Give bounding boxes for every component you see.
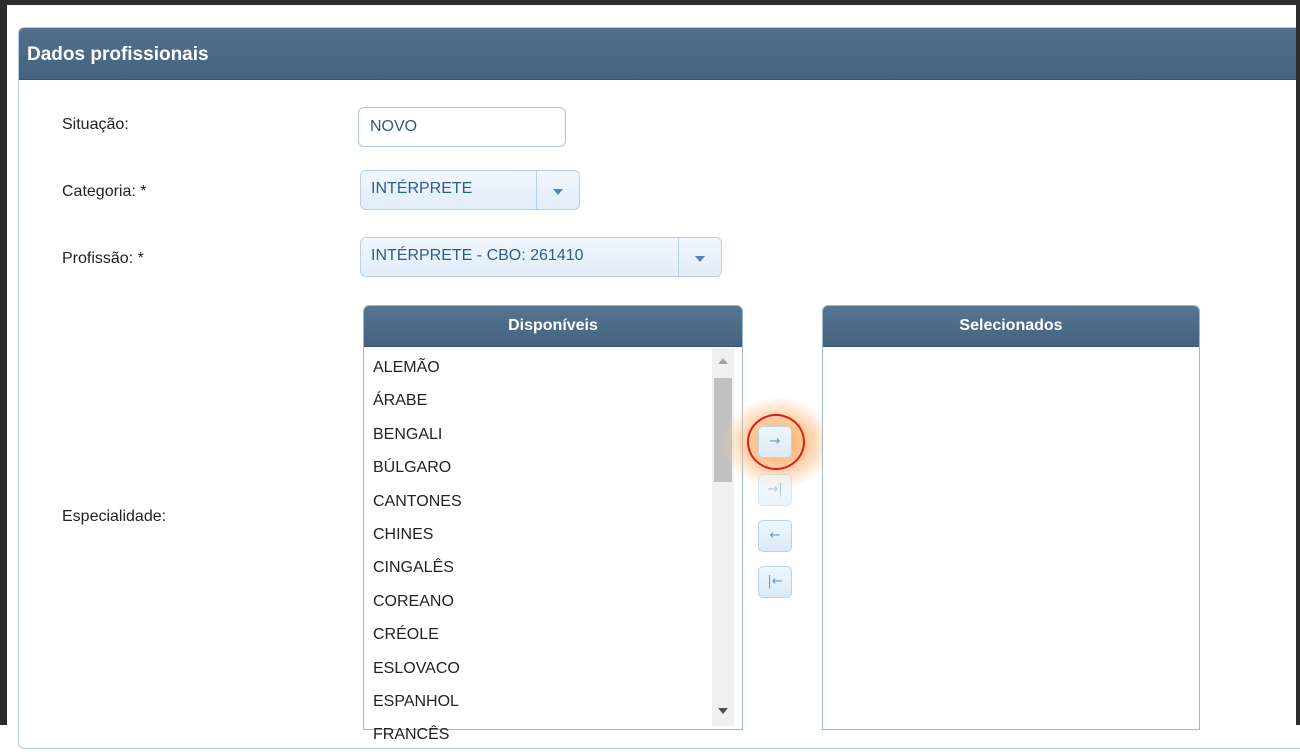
available-list-header: Disponíveis <box>364 306 742 347</box>
remove-selected-button[interactable]: ← <box>758 520 792 552</box>
profissao-select[interactable]: INTÉRPRETE - CBO: 261410 <box>360 237 722 277</box>
categoria-select[interactable]: INTÉRPRETE <box>360 170 580 210</box>
chevron-down-icon[interactable] <box>536 171 579 209</box>
arrow-left-from-bar-icon: |← <box>767 574 783 589</box>
scroll-down-icon[interactable] <box>718 708 728 714</box>
window-border-top <box>0 0 1300 5</box>
list-item[interactable]: ALEMÃO <box>373 351 462 384</box>
list-item[interactable]: COREANO <box>373 585 462 618</box>
add-selected-button[interactable]: → <box>758 426 792 458</box>
categoria-label: Categoria: * <box>62 183 147 200</box>
window-border-right <box>1296 0 1300 725</box>
available-list-scrollbar[interactable] <box>712 348 734 726</box>
selected-list-header: Selecionados <box>823 306 1199 347</box>
window-border-left <box>0 0 7 725</box>
list-item[interactable]: BÚLGARO <box>373 451 462 484</box>
especialidade-label: Especialidade: <box>62 508 167 525</box>
list-item[interactable]: ESPANHOL <box>373 685 462 718</box>
list-item[interactable]: CRÉOLE <box>373 618 462 651</box>
available-list[interactable]: Disponíveis ALEMÃO ÁRABE BENGALI BÚLGARO CAN… <box>363 305 743 743</box>
scroll-up-icon[interactable] <box>718 358 728 364</box>
selected-list[interactable]: Selecionados <box>822 305 1200 730</box>
chevron-down-icon[interactable] <box>678 238 721 276</box>
arrow-right-to-bar-icon: →| <box>767 482 783 497</box>
situacao-label: Situação: <box>62 116 129 133</box>
situacao-value: NOVO <box>370 118 418 135</box>
add-all-button[interactable]: →| <box>758 474 792 506</box>
available-items: ALEMÃO ÁRABE BENGALI BÚLGARO CANTONES CHINES C… <box>373 351 462 752</box>
panel-header: Dados profissionais <box>19 28 1300 80</box>
list-item[interactable]: ÁRABE <box>373 384 462 417</box>
list-item[interactable]: FRANCÊS <box>373 718 462 751</box>
categoria-value: INTÉRPRETE <box>371 180 473 197</box>
list-item[interactable]: BENGALI <box>373 418 462 451</box>
list-item[interactable]: CANTONES <box>373 485 462 518</box>
list-item[interactable]: CINGALÊS <box>373 551 462 584</box>
profissao-label: Profissão: * <box>62 250 144 267</box>
remove-all-button[interactable]: |← <box>758 566 792 598</box>
scroll-thumb[interactable] <box>714 378 732 482</box>
situacao-field: NOVO <box>358 107 566 147</box>
list-item[interactable]: CHINES <box>373 518 462 551</box>
panel-title: Dados profissionais <box>27 44 209 65</box>
list-item[interactable]: ESLOVACO <box>373 652 462 685</box>
profissao-value: INTÉRPRETE - CBO: 261410 <box>371 247 584 264</box>
arrow-left-icon: ← <box>769 528 781 543</box>
arrow-right-icon: → <box>769 434 781 449</box>
